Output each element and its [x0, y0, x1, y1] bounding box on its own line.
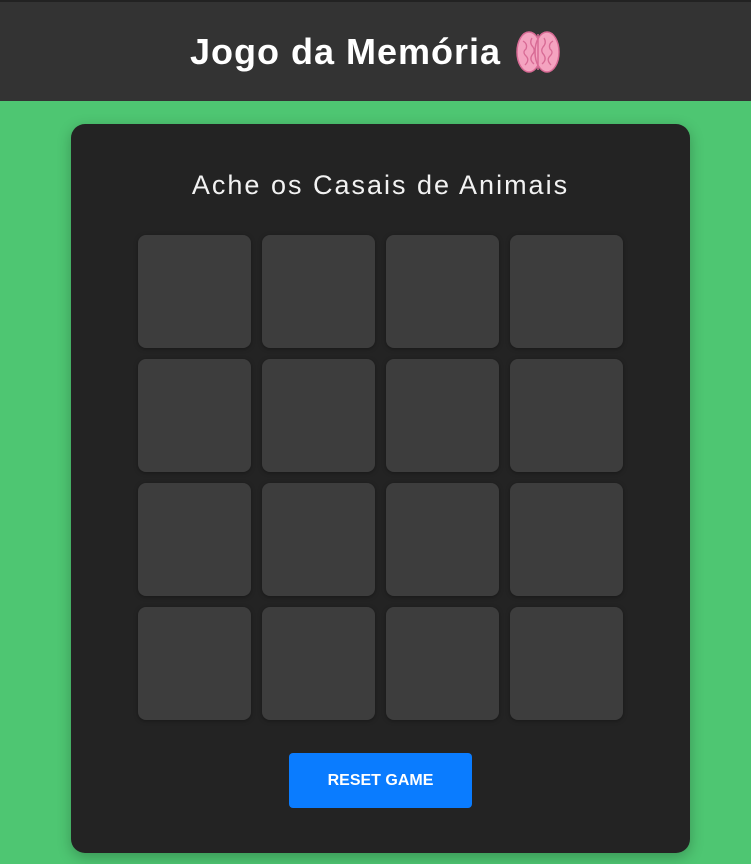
memory-card[interactable]: [262, 359, 375, 472]
memory-card[interactable]: [138, 235, 251, 348]
app-header: Jogo da Memória: [0, 0, 751, 101]
memory-card[interactable]: [386, 235, 499, 348]
memory-card[interactable]: [138, 607, 251, 720]
memory-card[interactable]: [510, 359, 623, 472]
game-panel: Ache os Casais de Animais RESET GAME: [71, 124, 690, 853]
memory-card[interactable]: [386, 607, 499, 720]
memory-card[interactable]: [510, 483, 623, 596]
card-grid: [138, 235, 623, 720]
memory-card[interactable]: [262, 607, 375, 720]
header-title-group: Jogo da Memória: [190, 29, 561, 75]
brain-icon: [516, 30, 560, 73]
memory-card[interactable]: [386, 483, 499, 596]
memory-card[interactable]: [138, 359, 251, 472]
memory-card[interactable]: [386, 359, 499, 472]
page-title: Jogo da Memória: [189, 30, 502, 72]
memory-card[interactable]: [510, 235, 623, 348]
game-subtitle: Ache os Casais de Animais: [191, 170, 570, 200]
memory-card[interactable]: [262, 235, 375, 348]
reset-game-button[interactable]: RESET GAME: [289, 753, 472, 808]
memory-card[interactable]: [262, 483, 375, 596]
memory-card[interactable]: [510, 607, 623, 720]
memory-card[interactable]: [138, 483, 251, 596]
